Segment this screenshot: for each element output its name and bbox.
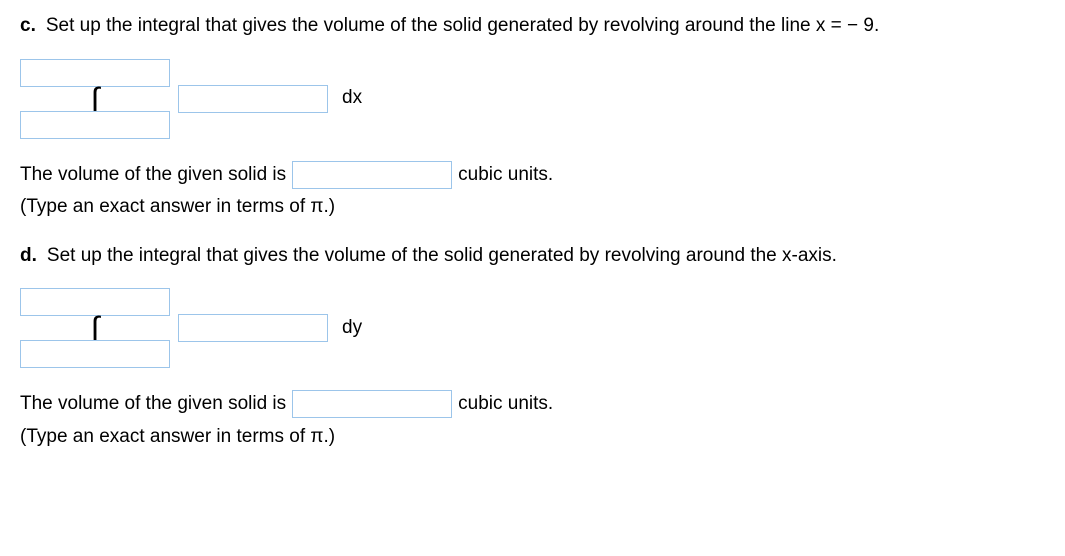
answer-c-row: The volume of the given solid is cubic u… [20,161,1045,190]
question-c-header: c. Set up the integral that gives the vo… [20,12,1045,41]
question-c-letter: c. [20,12,36,41]
integral-c-expression: ∫ dx [20,59,1045,139]
question-c-prompt: Set up the integral that gives the volum… [46,12,879,41]
answer-d-suffix: cubic units. [458,390,553,419]
answer-d-prefix: The volume of the given solid is [20,390,286,419]
volume-d-input[interactable] [292,390,452,418]
differential-c: dx [342,84,362,113]
answer-c-suffix: cubic units. [458,161,553,190]
lower-bound-d-input[interactable] [20,340,170,368]
hint-c: (Type an exact answer in terms of π.) [20,193,1045,222]
integral-d-expression: ∫ dy [20,288,1045,368]
lower-bound-c-input[interactable] [20,111,170,139]
answer-d-row: The volume of the given solid is cubic u… [20,390,1045,419]
question-d-prompt: Set up the integral that gives the volum… [47,242,837,271]
answer-c-prefix: The volume of the given solid is [20,161,286,190]
integral-d-bounds: ∫ [20,288,170,368]
integrand-d-input[interactable] [178,314,328,342]
question-d-header: d. Set up the integral that gives the vo… [20,242,1045,271]
volume-c-input[interactable] [292,161,452,189]
integrand-c-input[interactable] [178,85,328,113]
integral-c-bounds: ∫ [20,59,170,139]
hint-d: (Type an exact answer in terms of π.) [20,423,1045,452]
differential-d: dy [342,314,362,343]
question-d-letter: d. [20,242,37,271]
